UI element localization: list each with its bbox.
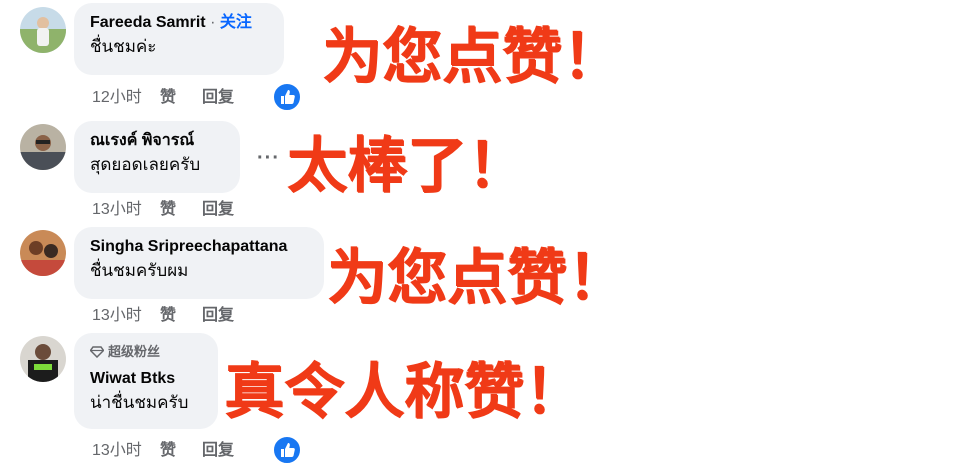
follow-link[interactable]: 关注 [220,14,252,31]
comment-bubble: Singha Sripreechapattana ชื่นชมครับผม [74,227,324,299]
comment-time[interactable]: 12小时 [92,88,160,108]
comment-bubble: ณเรงค์ พิจารณ์ สุดยอดเลยครับ [74,121,240,193]
like-button[interactable]: 赞 [160,306,202,326]
reply-button[interactable]: 回复 [202,88,234,108]
more-options-icon[interactable]: ··· [257,147,280,170]
commenter-name: Fareeda Samrit · 关注 [90,13,270,33]
commenter-name[interactable]: ณเรงค์ พิจารณ์ [90,131,226,151]
avatar[interactable] [20,336,66,382]
comment-time[interactable]: 13小时 [92,306,160,326]
comment-actions: 13小时赞回复 [92,441,234,461]
commenter-name-text[interactable]: Fareeda Samrit [90,14,206,31]
diamond-icon [89,345,105,363]
commenter-name[interactable]: Singha Sripreechapattana [90,237,310,257]
commenter-name[interactable]: Wiwat Btks [90,369,204,389]
caption-text: 为您点赞！ [322,22,622,92]
like-reaction-icon[interactable] [272,82,302,112]
comment-time[interactable]: 13小时 [92,200,160,220]
comment-text: ชื่นชมครับผม [90,261,189,280]
like-button[interactable]: 赞 [160,88,202,108]
like-reaction-icon[interactable] [272,435,302,465]
comment-text: ชื่นชมค่ะ [90,37,157,56]
top-fan-badge[interactable]: 超级粉丝 [89,343,204,363]
avatar[interactable] [20,230,66,276]
reply-button[interactable]: 回复 [202,200,234,220]
separator: · [210,14,216,31]
comment-actions: 13小时赞回复 [92,200,234,220]
comment-actions: 12小时赞回复 [92,88,234,108]
comment-bubble: 超级粉丝 Wiwat Btks น่าชื่นชมครับ [74,333,218,429]
caption-text: 真令人称赞！ [224,357,584,427]
comment-actions: 13小时赞回复 [92,306,234,326]
avatar[interactable] [20,7,66,53]
comment-text: น่าชื่นชมครับ [90,393,189,412]
avatar[interactable] [20,124,66,170]
comment-bubble: Fareeda Samrit · 关注 ชื่นชมค่ะ [74,3,284,75]
like-button[interactable]: 赞 [160,441,202,461]
reply-button[interactable]: 回复 [202,441,234,461]
comment-text: สุดยอดเลยครับ [90,155,201,174]
caption-text: 太棒了！ [287,131,527,201]
top-fan-label: 超级粉丝 [108,344,161,359]
reply-button[interactable]: 回复 [202,306,234,326]
comment-time[interactable]: 13小时 [92,441,160,461]
like-button[interactable]: 赞 [160,200,202,220]
caption-text: 为您点赞！ [327,243,627,313]
